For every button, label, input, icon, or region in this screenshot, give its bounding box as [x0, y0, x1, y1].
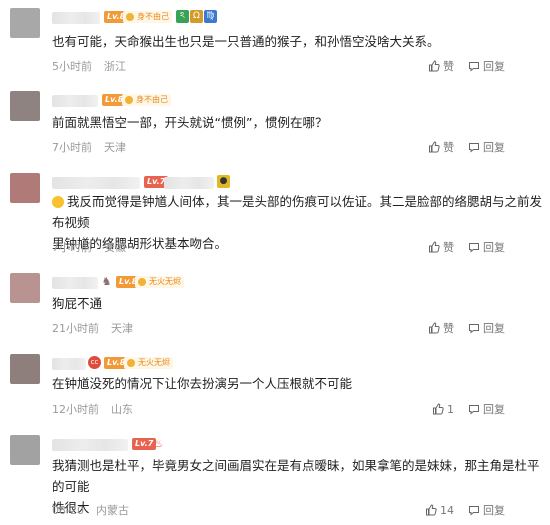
- reply-label: 回复: [483, 141, 505, 154]
- reply-label: 回复: [483, 241, 505, 254]
- decoration-redacted: [164, 177, 214, 189]
- comment-time: 08-20: [52, 504, 84, 517]
- comment-meta: 5小时前 浙江: [52, 58, 126, 74]
- thumb-up-icon: [429, 241, 440, 253]
- avatar[interactable]: [10, 273, 40, 303]
- comment-time: 5小时前: [52, 60, 92, 73]
- comment-actions: 赞 回复: [428, 139, 505, 155]
- like-count: 14: [440, 503, 454, 517]
- comment-text: 狗屁不通: [52, 296, 103, 311]
- like-label: 赞: [443, 322, 454, 335]
- reply-icon: [469, 405, 479, 415]
- like-label: 赞: [443, 241, 454, 254]
- medal-icon: ঽ: [176, 10, 189, 23]
- fan-medal-icon: ᴄᴄ: [88, 356, 101, 369]
- reply-button[interactable]: 回复: [468, 401, 505, 417]
- reply-label: 回复: [483, 60, 505, 73]
- reply-icon: [469, 324, 479, 334]
- reply-button[interactable]: 回复: [468, 239, 505, 255]
- thumb-up-icon: [429, 141, 440, 153]
- like-button[interactable]: 赞: [428, 58, 454, 74]
- username-redacted[interactable]: [52, 95, 98, 107]
- medal-icon: ●: [217, 175, 230, 188]
- username-redacted[interactable]: [52, 12, 100, 24]
- like-count: 1: [447, 402, 454, 416]
- avatar[interactable]: [10, 173, 40, 203]
- comment-location: 天津: [104, 141, 126, 154]
- comment-actions: 14 回复: [425, 502, 505, 518]
- reply-label: 回复: [483, 322, 505, 335]
- comment-time: 7小时前: [52, 141, 92, 154]
- comment-meta: 7小时前 安徽: [52, 239, 126, 255]
- reply-icon: [469, 243, 479, 253]
- reply-icon: [469, 143, 479, 153]
- reply-label: 回复: [483, 403, 505, 416]
- like-button[interactable]: 1: [432, 403, 454, 416]
- like-button[interactable]: 赞: [428, 239, 454, 255]
- fan-badge: 无火无烬: [124, 357, 173, 369]
- medal-icon: Ω: [190, 10, 203, 23]
- reply-button[interactable]: 回复: [468, 139, 505, 155]
- fan-badge: 无火无烬: [135, 276, 184, 288]
- reply-icon: [469, 506, 479, 516]
- fan-badge: 身不由己: [123, 11, 172, 23]
- emoji-icon: [52, 196, 64, 208]
- like-button[interactable]: 赞: [428, 139, 454, 155]
- reply-icon: [469, 62, 479, 72]
- avatar[interactable]: [10, 354, 40, 384]
- reply-button[interactable]: 回复: [468, 58, 505, 74]
- comment-meta: 7小时前 天津: [52, 139, 126, 155]
- like-button[interactable]: 14: [425, 504, 454, 517]
- comment-meta: 08-20 内蒙古: [52, 502, 129, 518]
- medal-icon: ♍: [204, 10, 217, 23]
- comment-text: 前面就黑悟空一部，开头就说“惯例”，惯例在哪？: [52, 115, 328, 130]
- comment-location: 浙江: [104, 60, 126, 73]
- reply-button[interactable]: 回复: [468, 320, 505, 336]
- like-button[interactable]: 赞: [428, 320, 454, 336]
- thumb-up-icon: [429, 322, 440, 334]
- reply-button[interactable]: 回复: [468, 502, 505, 518]
- comment-text: 也有可能，天命猴出生也只是一只普通的猴子，和孙悟空没啥大关系。: [52, 34, 440, 49]
- comment-location: 天津: [111, 322, 133, 335]
- avatar[interactable]: [10, 8, 40, 38]
- reply-label: 回复: [483, 504, 505, 517]
- comment-item: ♞ Lv.8 无火无烬 狗屁不通 21小时前 天津 赞 回复: [0, 273, 550, 343]
- like-label: 赞: [443, 60, 454, 73]
- avatar[interactable]: [10, 91, 40, 121]
- comment-location: 内蒙古: [95, 504, 129, 517]
- comment-location: 安徽: [104, 241, 126, 254]
- comment-location: 山东: [111, 403, 133, 416]
- comment-actions: 赞 回复: [428, 239, 505, 255]
- avatar[interactable]: [10, 435, 40, 465]
- thumb-up-icon: [426, 504, 437, 516]
- comment-item: Lv.7 ● 我反而觉得是钟馗人间体，其一是头部的伤痕可以佐证。其二是脸部的络腮…: [0, 173, 550, 263]
- comment-actions: 1 回复: [432, 401, 505, 417]
- comment-meta: 21小时前 天津: [52, 320, 133, 336]
- username-redacted[interactable]: [52, 439, 128, 451]
- comment-item: ᴄᴄ Lv.8 无火无烬 在钟馗没死的情况下让你去扮演另一个人压根就不可能 12…: [0, 354, 550, 424]
- comment-actions: 赞 回复: [428, 320, 505, 336]
- comment-item: Lv.8 身不由己 ঽ Ω ♍ 也有可能，天命猴出生也只是一只普通的猴子，和孙悟…: [0, 8, 550, 78]
- comment-actions: 赞 回复: [428, 58, 505, 74]
- comment-time: 21小时前: [52, 322, 99, 335]
- thumb-up-icon: [429, 60, 440, 72]
- comment-time: 7小时前: [52, 241, 92, 254]
- username-redacted[interactable]: [52, 277, 98, 289]
- pet-icon: ♞: [101, 275, 112, 288]
- comment-time: 12小时前: [52, 403, 99, 416]
- fan-badge: 身不由己: [122, 94, 171, 106]
- thumb-up-icon: [433, 403, 444, 415]
- username-redacted[interactable]: [52, 177, 140, 189]
- like-label: 赞: [443, 141, 454, 154]
- comment-text: 在钟馗没死的情况下让你去扮演另一个人压根就不可能: [52, 376, 353, 391]
- comment-item: Lv.8 身不由己 前面就黑悟空一部，开头就说“惯例”，惯例在哪？ 7小时前 天津…: [0, 91, 550, 161]
- username-redacted[interactable]: [52, 358, 86, 370]
- comment-meta: 12小时前 山东: [52, 401, 133, 417]
- fire-icon: ♨: [153, 437, 164, 450]
- comment-item: Lv.7 ♨ 我猜测也是杜平，毕竟男女之间画眉实在是有点暧昧，如果拿笔的是妹妹，…: [0, 435, 550, 525]
